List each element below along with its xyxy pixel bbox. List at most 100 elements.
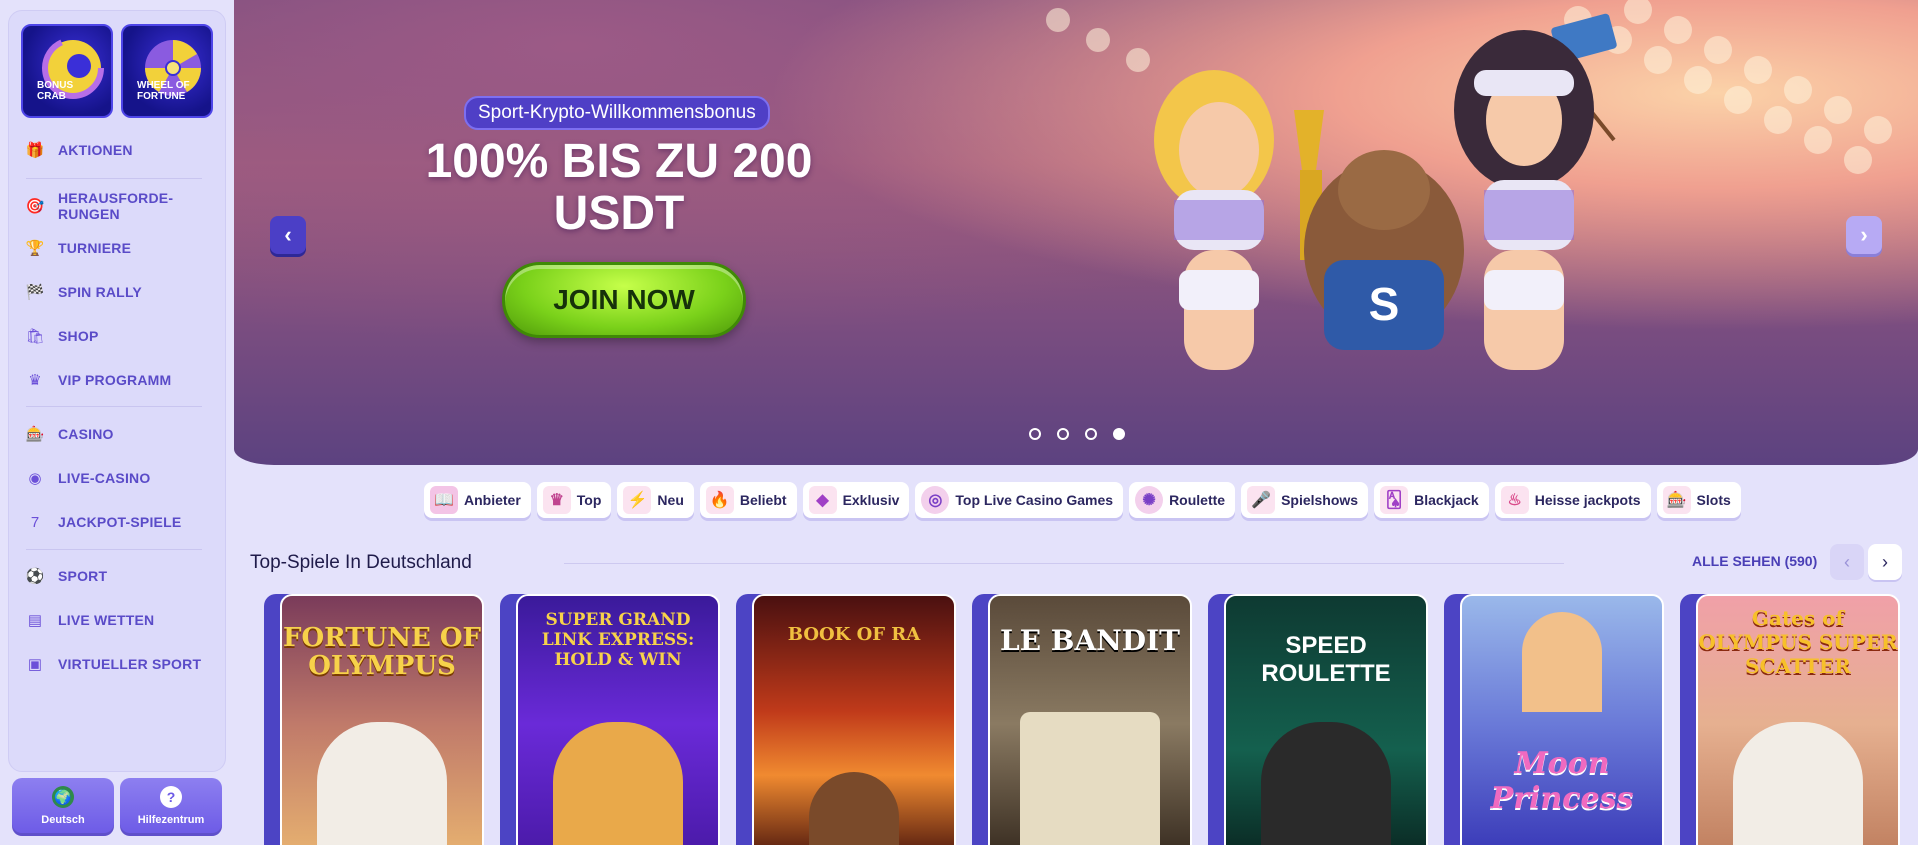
promo-bonus-crab[interactable]: BONUS CRAB — [21, 24, 113, 118]
chevron-left-icon: ‹ — [284, 222, 292, 247]
game-card[interactable]: FORTUNE OF OLYMPUS — [264, 594, 484, 845]
sidebar-item-casino[interactable]: 🎰 CASINO — [26, 419, 114, 449]
game-card[interactable]: Moon Princess — [1444, 594, 1664, 845]
sidebar-item-label: TURNIERE — [58, 240, 132, 256]
category-top[interactable]: ♛ Top — [536, 482, 612, 518]
shop-icon: 🛍 — [25, 328, 45, 345]
sidebar-item-label: VIP PROGRAMM — [58, 372, 172, 388]
sport-ball-icon: ⚽ — [25, 568, 45, 585]
section-divider — [564, 563, 1564, 564]
trophy-icon: 🏆 — [25, 240, 45, 257]
sidebar-item-label: LIVE WETTEN — [58, 612, 155, 628]
chip-icon: ◎ — [921, 486, 950, 514]
jackpot-icon: 7 — [30, 513, 40, 531]
help-center-button[interactable]: ? Hilfezentrum — [120, 778, 222, 836]
crown-icon: ♛ — [28, 372, 42, 389]
carousel-dot[interactable] — [1057, 428, 1069, 440]
category-spielshows[interactable]: 🎤 Spielshows — [1241, 482, 1369, 518]
sidebar-item-spin-rally[interactable]: 🏁 SPIN RALLY — [26, 277, 142, 307]
sidebar-divider — [26, 406, 202, 407]
category-label: Anbieter — [464, 492, 521, 508]
sidebar-item-sport[interactable]: ⚽ SPORT — [26, 561, 107, 591]
gift-icon: 🎁 — [25, 142, 45, 159]
sidebar-item-herausforderungen[interactable]: 🎯 HERAUSFORDE- RUNGEN — [26, 189, 173, 223]
category-beliebt[interactable]: 🔥 Beliebt — [699, 482, 797, 518]
crown-icon: ♛ — [542, 486, 571, 514]
game-character — [1733, 722, 1863, 845]
language-button[interactable]: 🌍 Deutsch — [12, 778, 114, 836]
carousel-dot-active[interactable] — [1113, 428, 1125, 440]
globe-icon: 🌍 — [52, 786, 74, 808]
carousel-dot[interactable] — [1029, 428, 1041, 440]
sidebar-item-jackpot-spiele[interactable]: 7 JACKPOT-SPIELE — [26, 507, 181, 537]
category-top-live-casino-games[interactable]: ◎ Top Live Casino Games — [915, 482, 1124, 518]
game-character — [1261, 722, 1391, 845]
sidebar-item-aktionen[interactable]: 🎁 AKTIONEN — [26, 135, 133, 165]
category-slots[interactable]: 🎰 Slots — [1656, 482, 1741, 518]
promo-wheel-of-fortune[interactable]: WHEEL OF FORTUNE — [121, 24, 213, 118]
sidebar: BONUS CRAB WHEEL OF FORTUNE 🎁 AKTIONEN 🎯… — [0, 0, 232, 845]
game-card[interactable]: Gates of OLYMPUS SUPER SCATTER — [1680, 594, 1900, 845]
live-casino-icon: ◉ — [28, 470, 42, 487]
chevron-right-icon: › — [1882, 551, 1888, 572]
sidebar-item-label: JACKPOT-SPIELE — [58, 514, 182, 530]
lightning-icon: ⚡ — [623, 486, 652, 514]
live-bet-icon: ▤ — [27, 612, 43, 629]
category-label: Slots — [1696, 492, 1731, 508]
game-card[interactable]: SUPER GRAND LINK EXPRESS: HOLD & WIN — [500, 594, 720, 845]
category-exklusiv[interactable]: ◆ Exklusiv — [802, 482, 910, 518]
game-card[interactable]: LE BANDIT — [972, 594, 1192, 845]
game-card[interactable]: SPEED ROULETTE — [1208, 594, 1428, 845]
language-label: Deutsch — [41, 814, 85, 826]
game-title: LE BANDIT — [1000, 624, 1180, 657]
category-label: Top Live Casino Games — [955, 492, 1114, 508]
slots-icon: 🎰 — [1662, 486, 1691, 514]
games-next-button[interactable]: › — [1868, 544, 1902, 580]
game-thumbnail: LE BANDIT — [988, 594, 1192, 845]
promo-label: WHEEL OF FORTUNE — [137, 80, 190, 102]
book-icon: 📖 — [430, 486, 458, 514]
category-label: Blackjack — [1414, 492, 1479, 508]
category-label: Exklusiv — [842, 492, 900, 508]
hero-title: 100% BIS ZU 200 USDT — [425, 135, 813, 240]
category-heisse-jackpots[interactable]: ♨ Heisse jackpots — [1494, 482, 1651, 518]
category-roulette[interactable]: ✺ Roulette — [1129, 482, 1236, 518]
sidebar-item-label: AKTIONEN — [58, 142, 133, 158]
games-row: FORTUNE OF OLYMPUS SUPER GRAND LINK EXPR… — [264, 594, 1900, 845]
category-blackjack[interactable]: 🂡 Blackjack — [1374, 482, 1489, 518]
see-all-link[interactable]: ALLE SEHEN (590) — [1692, 553, 1817, 569]
sidebar-item-turniere[interactable]: 🏆 TURNIERE — [26, 233, 131, 263]
hero-prev-button[interactable]: ‹ — [270, 216, 306, 254]
category-neu[interactable]: ⚡ Neu — [617, 482, 694, 518]
hero-badge: Sport-Krypto-Willkommensbonus — [464, 96, 770, 130]
carousel-dots — [1029, 428, 1125, 440]
category-label: Heisse jackpots — [1534, 492, 1641, 508]
sidebar-item-label: VIRTUELLER SPORT — [58, 656, 202, 672]
sidebar-item-live-wetten[interactable]: ▤ LIVE WETTEN — [26, 605, 154, 635]
category-label: Beliebt — [739, 492, 787, 508]
carousel-dot[interactable] — [1085, 428, 1097, 440]
help-icon: ? — [160, 786, 182, 808]
games-prev-button[interactable]: ‹ — [1830, 544, 1864, 580]
sidebar-item-label: SHOP — [58, 328, 99, 344]
hero-characters-image: S — [1154, 13, 1617, 370]
category-label: Neu — [657, 492, 684, 508]
sidebar-item-shop[interactable]: 🛍 SHOP — [25, 321, 99, 351]
game-thumbnail: Moon Princess — [1460, 594, 1664, 845]
hero-banner[interactable]: S Sport-Krypto-Willkommensbonus 100% BIS… — [234, 0, 1918, 465]
game-title: SUPER GRAND LINK EXPRESS: HOLD & WIN — [541, 610, 695, 670]
casino-icon: 🎰 — [25, 426, 45, 443]
hero-next-button[interactable]: › — [1846, 216, 1882, 254]
game-card[interactable]: BOOK OF RA — [736, 594, 956, 845]
sidebar-item-live-casino[interactable]: ◉ LIVE-CASINO — [26, 463, 150, 493]
join-now-button[interactable]: JOIN NOW — [502, 262, 746, 338]
diamond-icon: ◆ — [808, 486, 837, 514]
sidebar-item-vip-programm[interactable]: ♛ VIP PROGRAMM — [26, 365, 171, 395]
sidebar-item-virtueller-sport[interactable]: ▣ VIRTUELLER SPORT — [26, 649, 201, 679]
chevron-right-icon: › — [1860, 222, 1868, 247]
category-anbieter[interactable]: 📖 Anbieter — [424, 482, 531, 518]
sidebar-item-label: CASINO — [58, 426, 114, 442]
cards-icon: 🂡 — [1380, 486, 1409, 514]
promo-label: BONUS CRAB — [37, 80, 74, 102]
sidebar-divider — [26, 549, 202, 550]
